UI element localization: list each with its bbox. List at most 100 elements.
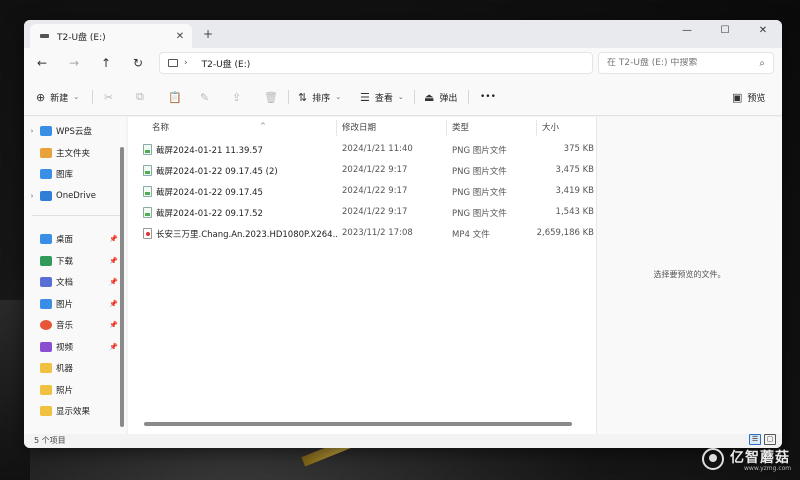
file-size: 3,419 KB xyxy=(555,186,594,196)
sidebar-item-label: 文档 xyxy=(56,278,74,288)
search-input[interactable] xyxy=(607,58,760,68)
watermark-logo: 亿智蘑菇 www.yzmg.com xyxy=(700,446,796,476)
file-size: 3,475 KB xyxy=(555,165,594,175)
column-header-size[interactable]: 大小 xyxy=(542,119,559,137)
column-header-name[interactable]: 名称 ^ xyxy=(152,119,266,137)
close-button[interactable]: ✕ xyxy=(744,20,782,42)
new-tab-button[interactable]: + xyxy=(200,26,216,42)
tab-close-icon[interactable]: ✕ xyxy=(172,31,188,42)
column-header-date[interactable]: 修改日期 xyxy=(342,119,376,137)
file-type: PNG 图片文件 xyxy=(452,209,507,219)
share-button[interactable]: ⇪ xyxy=(232,88,246,106)
back-button[interactable]: ← xyxy=(32,54,52,72)
sort-label: 排序 xyxy=(312,93,331,104)
file-list: 名称 ^ 修改日期 类型 大小 截屏2024-01-21 11.39.57 20… xyxy=(128,117,596,434)
refresh-button[interactable]: ↻ xyxy=(128,54,148,72)
file-date: 2023/11/2 17:08 xyxy=(342,228,413,238)
document-icon xyxy=(40,277,52,287)
view-icon: ☰ xyxy=(360,90,370,104)
sidebar-item-folder-machine[interactable]: 机器 xyxy=(24,358,126,378)
sidebar-item-wps-cloud[interactable]: › WPS云盘 xyxy=(24,121,126,141)
toolbar-divider xyxy=(414,90,415,104)
expand-arrow-icon[interactable]: › xyxy=(24,192,40,200)
sidebar-divider xyxy=(32,215,120,216)
video-icon xyxy=(40,342,52,352)
view-button[interactable]: ☰ 查看 ⌄ xyxy=(360,88,404,106)
sidebar-item-folder-display[interactable]: 显示效果 xyxy=(24,401,126,421)
sidebar-item-onedrive[interactable]: › OneDrive xyxy=(24,186,126,206)
file-row[interactable]: 截屏2024-01-22 09.17.52 2024/1/22 9:17 PNG… xyxy=(128,202,596,223)
delete-button[interactable]: 🗑 xyxy=(264,88,283,106)
tab-drive-e[interactable]: T2-U盘 (E:) ✕ xyxy=(30,24,192,48)
column-header-type[interactable]: 类型 xyxy=(452,119,469,137)
sidebar-item-home[interactable]: 主文件夹 xyxy=(24,143,126,163)
cut-button[interactable]: ✂ xyxy=(104,88,118,106)
view-label: 查看 xyxy=(374,93,393,104)
png-file-icon xyxy=(143,165,152,176)
rename-button[interactable]: ✎ xyxy=(200,88,214,106)
file-row[interactable]: 截屏2024-01-21 11.39.57 2024/1/21 11:40 PN… xyxy=(128,139,596,160)
sidebar-item-desktop[interactable]: 桌面 📌 xyxy=(24,229,126,249)
plus-circle-icon: ⊕ xyxy=(36,90,46,104)
png-file-icon xyxy=(143,144,152,155)
pin-icon: 📌 xyxy=(109,278,118,286)
maximize-button[interactable]: ☐ xyxy=(706,20,744,42)
new-button[interactable]: ⊕ 新建 ⌄ xyxy=(36,88,79,106)
file-date: 2024/1/22 9:17 xyxy=(342,165,408,175)
file-row[interactable]: 长安三万里.Chang.An.2023.HD1080P.X264... 2023… xyxy=(128,223,596,244)
gallery-icon xyxy=(40,169,52,179)
home-icon xyxy=(40,148,52,158)
column-divider[interactable] xyxy=(536,120,537,136)
forward-button[interactable]: → xyxy=(64,54,84,72)
file-explorer-window: T2-U盘 (E:) ✕ + — ☐ ✕ ← → ↑ ↻ › T2-U盘 (E:… xyxy=(24,20,782,448)
horizontal-scrollbar[interactable] xyxy=(144,422,572,426)
search-icon[interactable]: ⌕ xyxy=(759,58,765,69)
more-options-button[interactable]: ••• xyxy=(480,88,496,106)
clipboard-icon: 📋 xyxy=(168,90,182,104)
computer-icon xyxy=(168,59,178,67)
sort-ascending-icon: ^ xyxy=(260,122,266,130)
pin-icon: 📌 xyxy=(109,321,118,329)
sidebar-item-folder-photos[interactable]: 照片 xyxy=(24,380,126,400)
preview-pane-button[interactable]: ▣ 预览 xyxy=(732,88,765,106)
scissors-icon: ✂ xyxy=(104,90,114,104)
eject-button[interactable]: ⏏ 弹出 xyxy=(424,88,457,106)
sidebar-item-documents[interactable]: 文档 📌 xyxy=(24,272,126,292)
minimize-button[interactable]: — xyxy=(668,20,706,42)
sidebar-item-label: 图库 xyxy=(56,170,74,180)
sidebar-item-label: 音乐 xyxy=(56,321,74,331)
sidebar-item-downloads[interactable]: 下载 📌 xyxy=(24,251,126,271)
search-box[interactable]: ⌕ xyxy=(598,52,774,74)
cloud-icon xyxy=(40,126,52,136)
up-button[interactable]: ↑ xyxy=(96,54,116,72)
column-divider[interactable] xyxy=(336,120,337,136)
preview-message: 选择要预览的文件。 xyxy=(653,270,726,279)
sidebar-scrollbar[interactable] xyxy=(120,147,124,427)
sidebar-item-pictures[interactable]: 图片 📌 xyxy=(24,294,126,314)
paste-button[interactable]: 📋 xyxy=(168,88,187,106)
sidebar-item-music[interactable]: 音乐 📌 xyxy=(24,315,126,335)
sidebar-item-label: 图片 xyxy=(56,300,74,310)
file-name: 截屏2024-01-22 09.17.45 xyxy=(156,188,263,198)
file-type: MP4 文件 xyxy=(452,230,490,240)
tiles-view-button[interactable]: ▢ xyxy=(764,434,776,445)
sidebar-item-gallery[interactable]: 图库 xyxy=(24,164,126,184)
music-icon xyxy=(40,320,52,330)
file-row[interactable]: 截屏2024-01-22 09.17.45 2024/1/22 9:17 PNG… xyxy=(128,181,596,202)
sidebar-item-label: WPS云盘 xyxy=(56,127,92,137)
details-view-button[interactable]: ☰ xyxy=(749,434,761,445)
address-bar[interactable]: › T2-U盘 (E:) xyxy=(159,52,593,74)
watermark-icon xyxy=(702,448,724,470)
chevron-right-icon[interactable]: › xyxy=(184,58,188,68)
sidebar-item-videos[interactable]: 视频 📌 xyxy=(24,337,126,357)
toolbar-divider xyxy=(92,90,93,104)
breadcrumb-drive-e[interactable]: T2-U盘 (E:) xyxy=(202,57,251,70)
file-date: 2024/1/21 11:40 xyxy=(342,144,413,154)
sort-button[interactable]: ⇅ 排序 ⌄ xyxy=(298,88,341,106)
file-name: 截屏2024-01-22 09.17.45 (2) xyxy=(156,167,278,177)
expand-arrow-icon[interactable]: › xyxy=(24,127,40,135)
column-divider[interactable] xyxy=(446,120,447,136)
file-row[interactable]: 截屏2024-01-22 09.17.45 (2) 2024/1/22 9:17… xyxy=(128,160,596,181)
new-label: 新建 xyxy=(50,93,69,104)
copy-button[interactable]: ⧉ xyxy=(136,88,149,106)
